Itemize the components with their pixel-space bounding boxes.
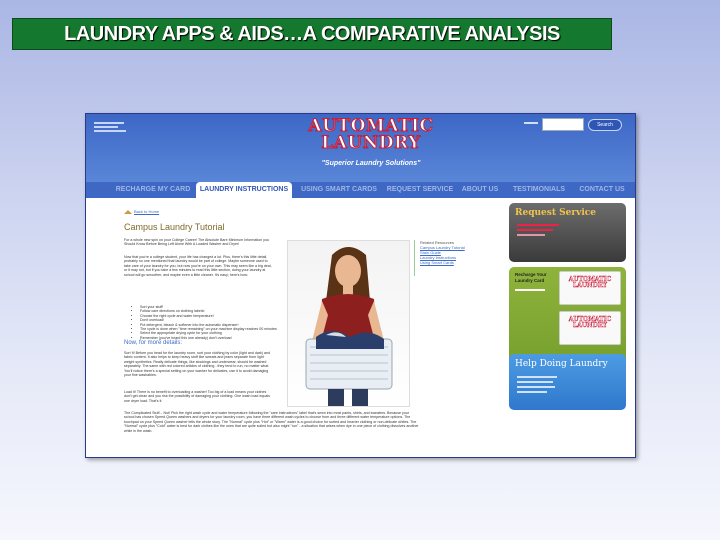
breadcrumb-link[interactable]: Back to Home [134, 209, 159, 214]
tab-contact-us[interactable]: CONTACT US [576, 182, 628, 198]
tips-list: Sort your stuff! Follow care directions … [134, 305, 280, 340]
widget-line [517, 376, 557, 378]
company-address [94, 120, 126, 134]
breadcrumb[interactable]: Back to Home [124, 209, 159, 214]
laundry-card-image: AUTOMATIC LAUNDRY [559, 271, 621, 305]
website-screenshot: AUTOMATIC LAUNDRY "Superior Laundry Solu… [85, 113, 636, 458]
recharge-title: Recharge Your Laundry Card [515, 272, 547, 283]
card-logo: AUTOMATIC LAUNDRY [568, 276, 612, 289]
sort-paragraph: Sort It! Before you head for the laundry… [124, 351, 271, 378]
search-input[interactable] [542, 118, 584, 131]
related-resources: Related Resources Campus Laundry Tutoria… [414, 240, 504, 276]
intro-paragraph: For a whole new spin on your College Car… [124, 238, 269, 247]
main-nav: RECHARGE MY CARD LAUNDRY INSTRUCTIONS US… [86, 182, 635, 198]
widget-line [515, 289, 545, 291]
details-heading: Now, for more details: [124, 340, 183, 346]
widget-line [517, 381, 553, 383]
tagline: "Superior Laundry Solutions" [321, 160, 421, 167]
tab-testimonials[interactable]: TESTIMONIALS [508, 182, 570, 198]
laundry-card-image: AUTOMATIC LAUNDRY [559, 311, 621, 345]
widget-line [517, 391, 547, 393]
student-with-laundry-photo [287, 240, 410, 407]
home-icon [124, 209, 132, 214]
tab-using-smart-cards[interactable]: USING SMART CARDS [299, 182, 379, 198]
help-doing-laundry-widget[interactable]: Help Doing Laundry [509, 354, 626, 410]
logo-line-2: LAUNDRY [321, 133, 421, 153]
widget-line [517, 229, 553, 231]
cycle-paragraph: The Complicated Stuff... Not! Pick the r… [124, 411, 419, 433]
tab-recharge-my-card[interactable]: RECHARGE MY CARD [114, 182, 192, 198]
tab-about-us[interactable]: ABOUT US [460, 182, 500, 198]
tab-laundry-instructions[interactable]: LAUNDRY INSTRUCTIONS [196, 182, 292, 198]
automatic-laundry-logo[interactable]: AUTOMATIC LAUNDRY [308, 117, 434, 153]
widget-line [517, 224, 559, 226]
related-link[interactable]: Using Smart Cards [420, 260, 504, 265]
widget-line [517, 234, 545, 236]
request-service-title: Request Service [515, 208, 596, 218]
search-button[interactable]: Search [588, 119, 622, 131]
help-title: Help Doing Laundry [515, 359, 608, 369]
tab-request-service[interactable]: REQUEST SERVICE [386, 182, 454, 198]
widget-line [517, 386, 555, 388]
intro-paragraph-2: Now that you're a college student, your … [124, 255, 272, 277]
load-paragraph: Load It! There is no benefit to overload… [124, 390, 270, 403]
main-content: Back to Home Campus Laundry Tutorial For… [86, 198, 635, 457]
divider [414, 240, 415, 276]
card-logo: AUTOMATIC LAUNDRY [568, 316, 612, 329]
site-header: AUTOMATIC LAUNDRY "Superior Laundry Solu… [86, 114, 635, 182]
page-title: Campus Laundry Tutorial [124, 222, 225, 232]
slide-title: LAUNDRY APPS & AIDS…A COMPARATIVE ANALYS… [12, 18, 612, 50]
request-service-widget[interactable]: Request Service [509, 203, 626, 262]
header-link[interactable] [524, 122, 538, 124]
